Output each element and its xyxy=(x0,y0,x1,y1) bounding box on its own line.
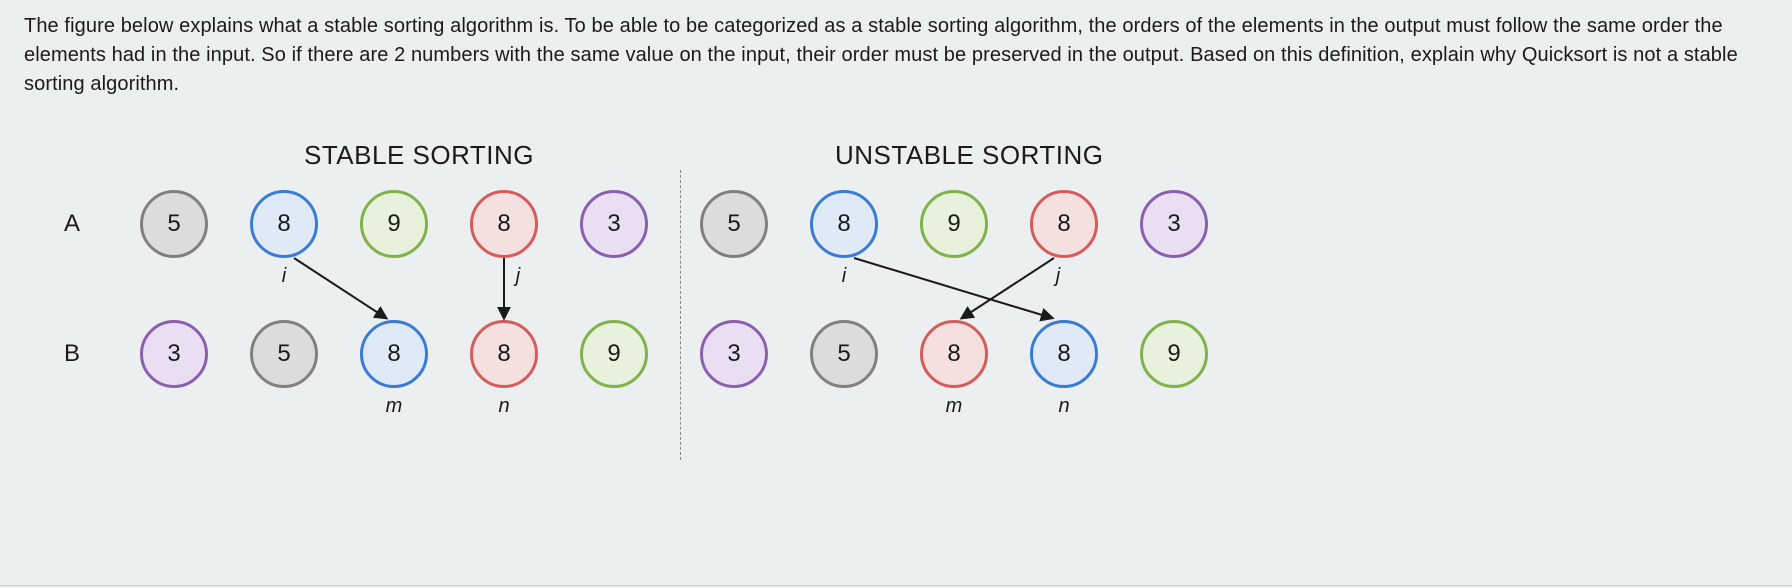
node-value: 8 xyxy=(1057,210,1070,238)
unstable-label-n: n xyxy=(1058,395,1069,418)
unstable-b-node-3: 8 xyxy=(1030,320,1098,388)
stable-a-node-1: 8 xyxy=(250,190,318,258)
stable-b-node-3: 8 xyxy=(470,320,538,388)
node-value: 5 xyxy=(277,340,290,368)
unstable-a-node-0: 5 xyxy=(700,190,768,258)
stable-b-node-4: 9 xyxy=(580,320,648,388)
node-value: 9 xyxy=(947,210,960,238)
node-value: 9 xyxy=(1167,340,1180,368)
stable-b-node-1: 5 xyxy=(250,320,318,388)
node-value: 8 xyxy=(947,340,960,368)
node-value: 8 xyxy=(277,210,290,238)
question-prompt: The figure below explains what a stable … xyxy=(0,0,1792,99)
node-value: 3 xyxy=(167,340,180,368)
node-value: 9 xyxy=(607,340,620,368)
node-value: 9 xyxy=(387,210,400,238)
node-value: 8 xyxy=(497,210,510,238)
node-value: 3 xyxy=(727,340,740,368)
node-value: 5 xyxy=(727,210,740,238)
node-value: 5 xyxy=(167,210,180,238)
unstable-b-node-2: 8 xyxy=(920,320,988,388)
unstable-a-node-1: 8 xyxy=(810,190,878,258)
unstable-b-node-1: 5 xyxy=(810,320,878,388)
unstable-a-node-2: 9 xyxy=(920,190,988,258)
unstable-a-node-4: 3 xyxy=(1140,190,1208,258)
heading-stable: STABLE SORTING xyxy=(304,140,534,171)
stable-b-node-0: 3 xyxy=(140,320,208,388)
sorting-diagram: STABLE SORTING UNSTABLE SORTING A B 5 8 … xyxy=(40,130,1740,470)
unstable-a-node-3: 8 xyxy=(1030,190,1098,258)
node-value: 8 xyxy=(837,210,850,238)
stable-label-j: j xyxy=(516,265,520,288)
node-value: 3 xyxy=(1167,210,1180,238)
stable-a-node-2: 9 xyxy=(360,190,428,258)
bottom-divider xyxy=(0,585,1792,586)
stable-b-node-2: 8 xyxy=(360,320,428,388)
row-label-b: B xyxy=(64,340,80,368)
node-value: 8 xyxy=(1057,340,1070,368)
node-value: 5 xyxy=(837,340,850,368)
section-divider xyxy=(680,170,681,460)
stable-a-node-4: 3 xyxy=(580,190,648,258)
unstable-label-j: j xyxy=(1056,265,1060,288)
unstable-label-i: i xyxy=(842,265,846,288)
heading-unstable: UNSTABLE SORTING xyxy=(835,140,1104,171)
unstable-b-node-0: 3 xyxy=(700,320,768,388)
row-label-a: A xyxy=(64,210,80,238)
unstable-label-m: m xyxy=(946,395,963,418)
stable-label-i: i xyxy=(282,265,286,288)
stable-label-m: m xyxy=(386,395,403,418)
node-value: 8 xyxy=(387,340,400,368)
node-value: 8 xyxy=(497,340,510,368)
node-value: 3 xyxy=(607,210,620,238)
stable-a-node-3: 8 xyxy=(470,190,538,258)
unstable-b-node-4: 9 xyxy=(1140,320,1208,388)
stable-a-node-0: 5 xyxy=(140,190,208,258)
mapping-arrows xyxy=(40,130,1740,470)
stable-label-n: n xyxy=(498,395,509,418)
